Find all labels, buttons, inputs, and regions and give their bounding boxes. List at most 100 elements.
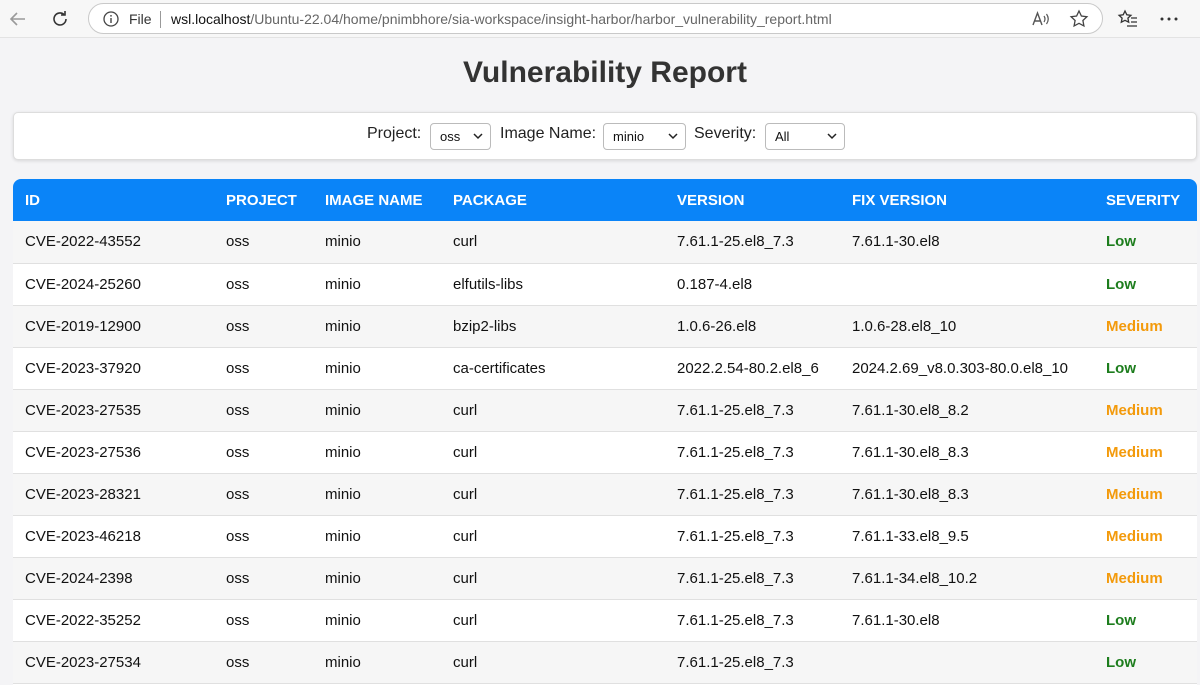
address-bar[interactable]: File wsl.localhost/Ubuntu-22.04/home/pni…	[88, 3, 1103, 34]
col-header-severity: SEVERITY	[1106, 191, 1181, 209]
favorite-star-icon[interactable]	[1069, 9, 1089, 29]
col-header-project: PROJECT	[226, 191, 297, 209]
package-cell: curl	[441, 641, 665, 684]
page-title: Vulnerability Report	[463, 56, 747, 89]
version-cell: 7.61.1-25.el8_7.3	[665, 473, 840, 516]
table-body: CVE-2022-43552 oss minio curl 7.61.1-25.el8_…	[13, 221, 1197, 684]
cve-id-cell: CVE-2023-37920	[13, 347, 214, 390]
chevron-down-icon	[668, 133, 678, 140]
file-scheme-label: File	[129, 11, 152, 27]
package-cell: elfutils-libs	[441, 263, 665, 306]
image-name-cell: minio	[313, 473, 441, 516]
severity-filter-label: Severity:	[694, 125, 757, 142]
project-cell: oss	[214, 263, 313, 306]
version-cell: 7.61.1-25.el8_7.3	[665, 515, 840, 558]
cve-id-cell: CVE-2023-27535	[13, 389, 214, 432]
col-header-id: ID	[25, 191, 40, 209]
package-cell: curl	[441, 389, 665, 432]
table-row: CVE-2022-35252 oss minio curl 7.61.1-25.el8_…	[13, 599, 1197, 642]
severity-cell: Low	[1094, 599, 1197, 642]
col-header-fix-version: FIX VERSION	[852, 191, 948, 209]
project-cell: oss	[214, 431, 313, 474]
cve-id-cell: CVE-2023-28321	[13, 473, 214, 516]
image-name-cell: minio	[313, 389, 441, 432]
fix-version-cell	[840, 263, 1094, 306]
cve-id-cell: CVE-2022-43552	[13, 221, 214, 264]
project-cell: oss	[214, 221, 313, 264]
version-cell: 0.187-4.el8	[665, 263, 840, 306]
project-select[interactable]: oss	[430, 123, 491, 150]
image-name-cell: minio	[313, 431, 441, 474]
project-cell: oss	[214, 557, 313, 600]
package-cell: ca-certificates	[441, 347, 665, 390]
cve-id-cell: CVE-2023-27536	[13, 431, 214, 474]
col-header-version: VERSION	[677, 191, 745, 209]
chevron-down-icon	[827, 133, 837, 140]
package-cell: curl	[441, 599, 665, 642]
fix-version-cell: 7.61.1-30.el8_8.3	[840, 431, 1094, 474]
project-filter-label: Project:	[367, 125, 422, 142]
info-icon[interactable]	[103, 11, 119, 27]
table-row: CVE-2019-12900 oss minio bzip2-libs 1.0.6-26…	[13, 305, 1197, 348]
severity-cell: Medium	[1094, 305, 1197, 348]
cve-id-cell: CVE-2023-46218	[13, 515, 214, 558]
package-cell: curl	[441, 473, 665, 516]
severity-cell: Medium	[1094, 431, 1197, 474]
vulnerability-table-container: ID PROJECT IMAGE NAME PACKAGE VERSION FIX VER…	[13, 179, 1197, 685]
refresh-icon	[53, 11, 67, 26]
fix-version-cell: 7.61.1-33.el8_9.5	[840, 515, 1094, 558]
fix-version-cell: 7.61.1-30.el8	[840, 221, 1094, 264]
image-name-cell: minio	[313, 305, 441, 348]
table-row: CVE-2023-37920 oss minio ca-certificates 202…	[13, 347, 1197, 390]
project-cell: oss	[214, 641, 313, 684]
fix-version-cell	[840, 641, 1094, 684]
severity-cell: Medium	[1094, 473, 1197, 516]
package-cell: bzip2-libs	[441, 305, 665, 348]
fix-version-cell: 2024.2.69_v8.0.303-80.0.el8_10	[840, 347, 1094, 390]
vulnerability-table: ID PROJECT IMAGE NAME PACKAGE VERSION FIX VER…	[13, 179, 1197, 684]
url-path: /Ubuntu-22.04/home/pnimbhore/sia-workspa…	[250, 11, 832, 27]
image-name-cell: minio	[313, 599, 441, 642]
filter-panel: Project: oss Image Name: minio Severity:…	[13, 112, 1197, 160]
favorites-bar-icon[interactable]	[1117, 8, 1139, 30]
version-cell: 7.61.1-25.el8_7.3	[665, 641, 840, 684]
cve-id-cell: CVE-2022-35252	[13, 599, 214, 642]
severity-cell: Medium	[1094, 389, 1197, 432]
back-arrow-icon	[9, 12, 25, 26]
refresh-button[interactable]	[47, 6, 73, 32]
read-aloud-icon[interactable]	[1031, 10, 1051, 28]
image-name-cell: minio	[313, 347, 441, 390]
table-row: CVE-2024-25260 oss minio elfutils-libs 0.187…	[13, 263, 1197, 306]
severity-cell: Medium	[1094, 557, 1197, 600]
version-cell: 1.0.6-26.el8	[665, 305, 840, 348]
project-cell: oss	[214, 473, 313, 516]
severity-cell: Low	[1094, 641, 1197, 684]
severity-cell: Low	[1094, 347, 1197, 390]
fix-version-cell: 7.61.1-34.el8_10.2	[840, 557, 1094, 600]
fix-version-cell: 7.61.1-30.el8	[840, 599, 1094, 642]
table-row: CVE-2023-28321 oss minio curl 7.61.1-25.el8_…	[13, 473, 1197, 516]
cve-id-cell: CVE-2023-27534	[13, 641, 214, 684]
project-cell: oss	[214, 305, 313, 348]
cve-id-cell: CVE-2019-12900	[13, 305, 214, 348]
severity-cell: Medium	[1094, 515, 1197, 558]
url-text[interactable]: wsl.localhost/Ubuntu-22.04/home/pnimbhor…	[171, 11, 832, 27]
package-cell: curl	[441, 431, 665, 474]
severity-select-value: All	[775, 129, 790, 144]
version-cell: 2022.2.54-80.2.el8_6	[665, 347, 840, 390]
more-options-icon[interactable]	[1158, 8, 1180, 30]
severity-select[interactable]: All	[765, 123, 845, 150]
table-header-row: ID PROJECT IMAGE NAME PACKAGE VERSION FIX VER…	[13, 179, 1197, 221]
version-cell: 7.61.1-25.el8_7.3	[665, 431, 840, 474]
table-row: CVE-2023-27534 oss minio curl 7.61.1-25.el8_…	[13, 641, 1197, 684]
address-separator	[160, 11, 161, 28]
version-cell: 7.61.1-25.el8_7.3	[665, 599, 840, 642]
image-name-cell: minio	[313, 221, 441, 264]
package-cell: curl	[441, 515, 665, 558]
version-cell: 7.61.1-25.el8_7.3	[665, 389, 840, 432]
image-name-cell: minio	[313, 557, 441, 600]
image-name-select[interactable]: minio	[603, 123, 686, 150]
url-host: wsl.localhost	[171, 11, 251, 27]
table-row: CVE-2023-27536 oss minio curl 7.61.1-25.el8_…	[13, 431, 1197, 474]
back-button[interactable]	[5, 6, 31, 32]
